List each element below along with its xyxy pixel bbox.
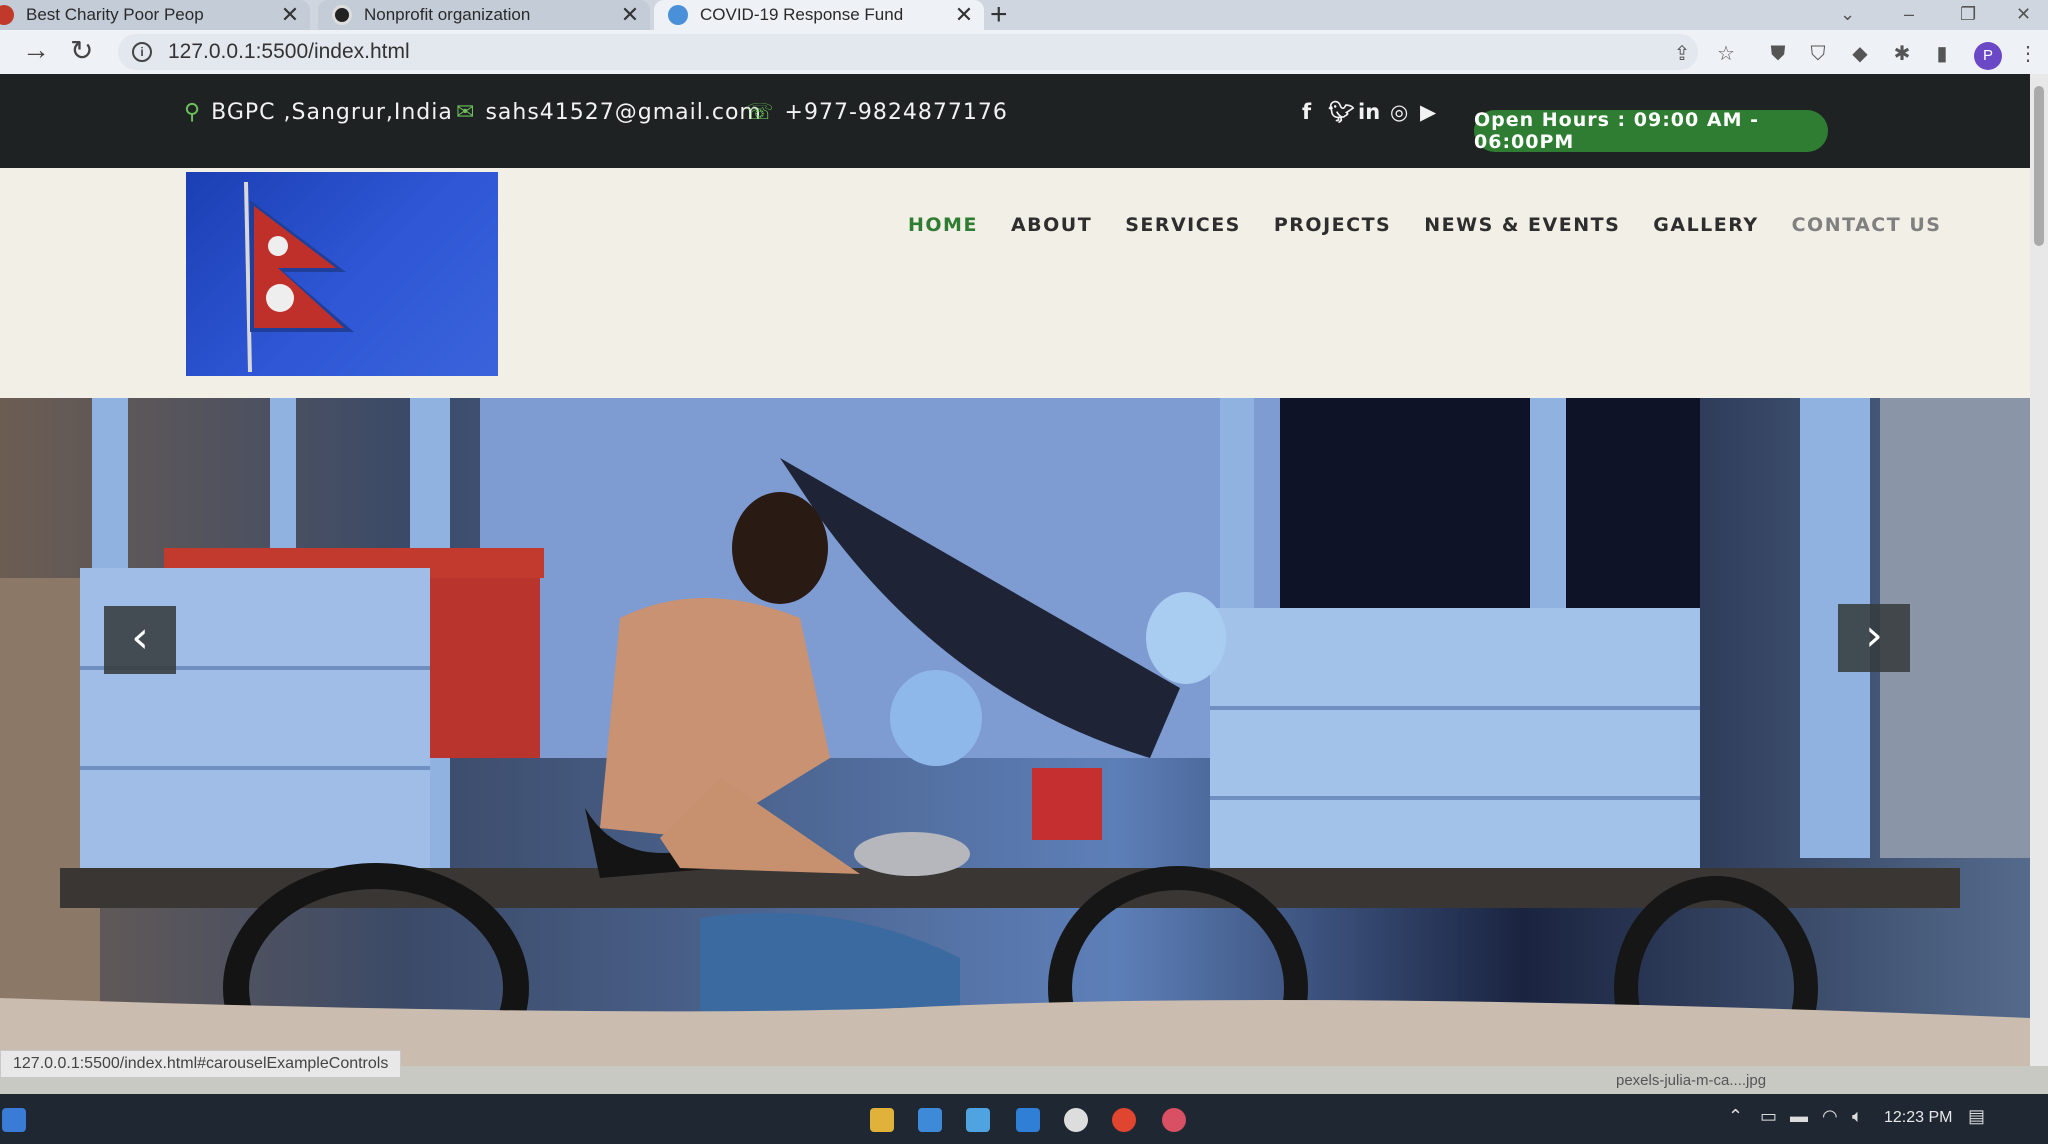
tab-favicon-icon xyxy=(668,5,688,25)
nav-gallery[interactable]: GALLERY xyxy=(1653,214,1758,236)
envelope-icon: ✉ xyxy=(456,100,476,125)
carousel-next-button[interactable]: › xyxy=(1838,604,1910,672)
carousel-prev-button[interactable]: ‹ xyxy=(104,606,176,674)
tab-favicon-icon xyxy=(0,5,14,25)
extension-cube-icon[interactable]: ◆ xyxy=(1850,44,1870,64)
volume-icon[interactable]: 🔈︎ xyxy=(1852,1106,1863,1127)
close-tab-icon[interactable]: ✕ xyxy=(278,2,302,28)
store-icon[interactable] xyxy=(918,1108,942,1132)
twitter-icon[interactable]: 🐦︎ xyxy=(1328,100,1355,125)
email-text[interactable]: sahs41527@gmail.com xyxy=(485,100,761,125)
extension-adblock-icon[interactable]: ⛉ xyxy=(1808,44,1828,64)
tab-favicon-icon xyxy=(332,5,352,25)
restore-icon[interactable]: ❐ xyxy=(1960,4,1976,25)
bookmark-star-icon[interactable]: ☆ xyxy=(1716,44,1736,64)
battery-icon[interactable]: ▬ xyxy=(1790,1106,1808,1127)
forward-icon[interactable]: → xyxy=(22,34,50,66)
browser-app-icon[interactable] xyxy=(1064,1108,1088,1132)
browser-tab-active[interactable]: COVID-19 Response Fund ✕ xyxy=(654,0,984,30)
taskbar-clock[interactable]: 12:23 PM xyxy=(1884,1109,1952,1127)
phone-info[interactable]: ☏ +977-9824877176 xyxy=(746,100,1008,125)
download-filename[interactable]: pexels-julia-m-ca....jpg xyxy=(1616,1072,1766,1089)
phone-text[interactable]: +977-9824877176 xyxy=(785,100,1008,125)
linkedin-icon[interactable]: in xyxy=(1358,100,1380,124)
browser-tab[interactable]: Best Charity Poor Peop ✕ xyxy=(0,0,310,30)
nav-news-events[interactable]: NEWS & EVENTS xyxy=(1424,214,1620,236)
browser-tab-strip: Best Charity Poor Peop ✕ Nonprofit organ… xyxy=(0,0,2048,32)
map-pin-icon: ⚲ xyxy=(184,100,202,125)
link-status-bar: 127.0.0.1:5500/index.html#carouselExampl… xyxy=(0,1050,402,1078)
nav-services[interactable]: SERVICES xyxy=(1125,214,1241,236)
address-url[interactable]: 127.0.0.1:5500/index.html xyxy=(168,40,410,64)
youtube-icon[interactable]: ▶ xyxy=(1420,100,1436,124)
hero-carousel: ‹ › xyxy=(0,398,2030,1066)
site-header: HOME ABOUT SERVICES PROJECTS NEWS & EVEN… xyxy=(0,168,2048,398)
extension-shield-icon[interactable]: ⛊ xyxy=(1768,44,1788,64)
tab-search-icon[interactable]: ⌄ xyxy=(1840,4,1855,25)
carousel-slide-image xyxy=(0,398,2030,1066)
mail-icon[interactable] xyxy=(966,1108,990,1132)
chrome-icon[interactable] xyxy=(1112,1108,1136,1132)
open-hours-badge: Open Hours : 09:00 AM - 06:00PM xyxy=(1474,109,1828,153)
tab-title: Best Charity Poor Peop xyxy=(26,5,204,24)
email-info[interactable]: ✉ sahs41527@gmail.com xyxy=(456,100,762,125)
nav-about[interactable]: ABOUT xyxy=(1011,214,1092,236)
minimize-icon[interactable]: – xyxy=(1904,4,1914,25)
instagram-icon[interactable]: ◎ xyxy=(1390,100,1408,124)
nav-projects[interactable]: PROJECTS xyxy=(1274,214,1391,236)
site-info-icon[interactable]: i xyxy=(132,42,152,62)
address-bar[interactable]: i 127.0.0.1:5500/index.html xyxy=(118,34,1698,70)
tray-device-icon[interactable]: ▭ xyxy=(1760,1106,1777,1127)
reload-icon[interactable]: ↻ xyxy=(70,34,93,67)
profile-avatar[interactable]: P xyxy=(1974,42,2002,70)
browser-toolbar: → ↻ i 127.0.0.1:5500/index.html ⇪ ☆ ⛊ ⛉ … xyxy=(0,30,2048,74)
browser-tab[interactable]: Nonprofit organization ✕ xyxy=(318,0,650,30)
browser-menu-icon[interactable]: ⋮ xyxy=(2018,44,2038,64)
scrollbar-thumb[interactable] xyxy=(2034,86,2044,246)
site-logo[interactable] xyxy=(186,172,498,376)
vscode-icon[interactable] xyxy=(1016,1108,1040,1132)
location-info: ⚲ BGPC ,Sangrur,India xyxy=(184,100,453,125)
start-button-icon[interactable] xyxy=(2,1108,26,1132)
location-text: BGPC ,Sangrur,India xyxy=(211,100,453,125)
tab-title: Nonprofit organization xyxy=(364,5,531,24)
nepal-flag-logo xyxy=(244,181,354,373)
os-taskbar: ⌃ ▭ ▬ ◠ 🔈︎ 12:23 PM ▤ xyxy=(0,1094,2048,1144)
chrome-active-icon[interactable] xyxy=(1162,1108,1186,1132)
close-tab-icon[interactable]: ✕ xyxy=(618,2,642,28)
notifications-icon[interactable]: ▤ xyxy=(1968,1106,1985,1127)
tray-chevron-icon[interactable]: ⌃ xyxy=(1728,1106,1743,1127)
share-icon[interactable]: ⇪ xyxy=(1672,44,1692,64)
close-tab-icon[interactable]: ✕ xyxy=(952,2,976,28)
phone-icon: ☏ xyxy=(746,100,775,125)
wifi-icon[interactable]: ◠ xyxy=(1822,1106,1838,1127)
main-navigation: HOME ABOUT SERVICES PROJECTS NEWS & EVEN… xyxy=(908,214,1941,236)
file-explorer-icon[interactable] xyxy=(870,1108,894,1132)
side-panel-icon[interactable]: ▮ xyxy=(1932,44,1952,64)
page-scrollbar[interactable] xyxy=(2030,74,2048,1066)
facebook-icon[interactable]: f xyxy=(1302,100,1311,124)
top-info-bar: ⚲ BGPC ,Sangrur,India ✉ sahs41527@gmail.… xyxy=(0,74,2048,168)
nav-contact-us[interactable]: CONTACT US xyxy=(1792,214,1942,236)
extensions-puzzle-icon[interactable]: ✱ xyxy=(1892,44,1912,64)
nav-home[interactable]: HOME xyxy=(908,214,978,236)
close-window-icon[interactable]: ✕ xyxy=(2016,4,2031,25)
tab-title: COVID-19 Response Fund xyxy=(700,5,904,24)
new-tab-button[interactable]: + xyxy=(990,0,1008,32)
